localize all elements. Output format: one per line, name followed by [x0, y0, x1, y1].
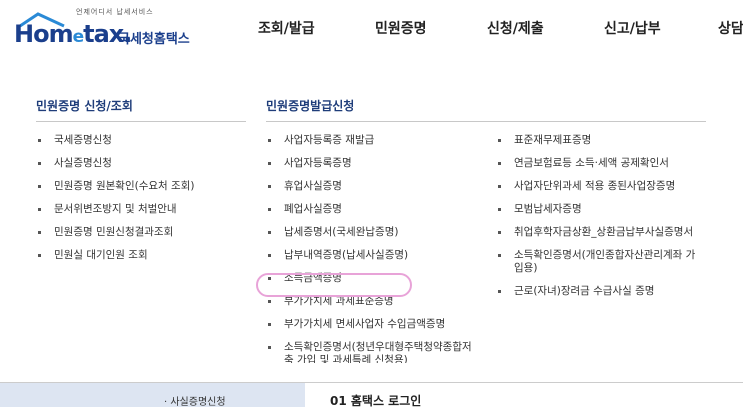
bullet-icon — [498, 162, 501, 165]
menu-item[interactable]: 납부내역증명(납세사실증명) — [266, 249, 481, 262]
bullet-icon — [268, 208, 271, 211]
menu-item[interactable]: 휴업사실증명 — [266, 180, 481, 193]
menu-item[interactable]: 소득확인증명서(개인종합자산관리계좌 가입용) — [496, 249, 704, 275]
bullet-icon — [268, 162, 271, 165]
menu-item[interactable]: 표준재무제표증명 — [496, 134, 704, 147]
menu-item[interactable]: 민원증명 민원신청결과조회 — [36, 226, 251, 239]
bullet-icon — [498, 139, 501, 142]
bullet-icon — [268, 185, 271, 188]
nav-inquiry-issue[interactable]: 조회/발급 — [258, 18, 315, 38]
col1-divider — [36, 121, 246, 122]
menu-item[interactable]: 폐업사실증명 — [266, 203, 481, 216]
menu-item[interactable]: 사업자단위과세 적용 종된사업장증명 — [496, 180, 704, 193]
logo-korean-name: 국세청홈택스 — [118, 32, 190, 47]
col2-list: 사업자등록증 재발급 사업자등록증명 휴업사실증명 폐업사실증명 납세증명서(국… — [266, 134, 481, 363]
logo-wordmark: Hometax. — [14, 20, 132, 48]
underlying-sidebar — [0, 383, 305, 407]
menu-item[interactable]: 사업자등록증명 — [266, 157, 481, 170]
col3-list: 표준재무제표증명 연금보험료등 소득·세액 공제확인서 사업자단위과세 적용 종… — [496, 134, 704, 298]
top-navigation-bar: 언제어디서 납세서비스 Hometax. 국세청홈택스 조회/발급 민원증명 신… — [0, 0, 743, 58]
bullet-icon — [38, 162, 41, 165]
bullet-icon — [38, 139, 41, 142]
menu-item[interactable]: 근로(자녀)장려금 수급사실 증명 — [496, 285, 704, 298]
menu-item[interactable]: 민원증명 원본확인(수요처 조회) — [36, 180, 251, 193]
underlying-heading: 01 홈택스 로그인 — [330, 394, 422, 408]
bullet-icon — [268, 323, 271, 326]
nav-report-pay[interactable]: 신고/납부 — [604, 18, 661, 38]
bullet-icon — [38, 208, 41, 211]
bullet-icon — [38, 254, 41, 257]
menu-item[interactable]: 모범납세자증명 — [496, 203, 704, 216]
menu-item[interactable]: 사업자등록증 재발급 — [266, 134, 481, 147]
highlight-circle — [256, 273, 412, 297]
col2-title[interactable]: 민원증명발급신청 — [266, 97, 354, 114]
bullet-icon — [38, 231, 41, 234]
menu-item[interactable]: 소득확인증명서(청년우대형주택청약종합저축 가입 및 과세특례 신청용) — [266, 341, 481, 363]
bullet-icon — [498, 231, 501, 234]
bullet-icon — [268, 231, 271, 234]
bullet-icon — [498, 208, 501, 211]
menu-item[interactable]: 취업후학자금상환_상환금납부사실증명서 — [496, 226, 704, 239]
menu-item[interactable]: 민원실 대기인원 조회 — [36, 249, 251, 262]
bullet-icon — [38, 185, 41, 188]
col2-divider — [266, 121, 706, 122]
col1-list: 국세증명신청 사실증명신청 민원증명 원본확인(수요처 조회) 문서위변조방지 … — [36, 134, 251, 262]
underlying-page-strip: · 사실증명신청 01 홈택스 로그인 — [0, 382, 743, 408]
menu-item[interactable]: 납세증명서(국세완납증명) — [266, 226, 481, 239]
hometax-logo[interactable]: 언제어디서 납세서비스 Hometax. 국세청홈택스 — [14, 6, 204, 50]
logo-tagline: 언제어디서 납세서비스 — [76, 8, 154, 16]
bullet-icon — [498, 254, 501, 257]
bullet-icon — [268, 139, 271, 142]
menu-item[interactable]: 사실증명신청 — [36, 157, 251, 170]
bullet-icon — [268, 346, 271, 349]
nav-civil-certificate[interactable]: 민원증명 — [375, 18, 427, 38]
bullet-icon — [268, 254, 271, 257]
bullet-icon — [498, 290, 501, 293]
col1-title[interactable]: 민원증명 신청/조회 — [36, 97, 133, 114]
bullet-icon — [498, 185, 501, 188]
bullet-icon — [268, 300, 271, 303]
nav-apply-submit[interactable]: 신청/제출 — [487, 18, 544, 38]
menu-item[interactable]: 연금보험료등 소득·세액 공제확인서 — [496, 157, 704, 170]
menu-item[interactable]: 부가가치세 면세사업자 수입금액증명 — [266, 318, 481, 331]
nav-consult[interactable]: 상담 — [718, 18, 743, 38]
menu-item[interactable]: 국세증명신청 — [36, 134, 251, 147]
menu-item[interactable]: 문서위변조방지 및 처벌안내 — [36, 203, 251, 216]
